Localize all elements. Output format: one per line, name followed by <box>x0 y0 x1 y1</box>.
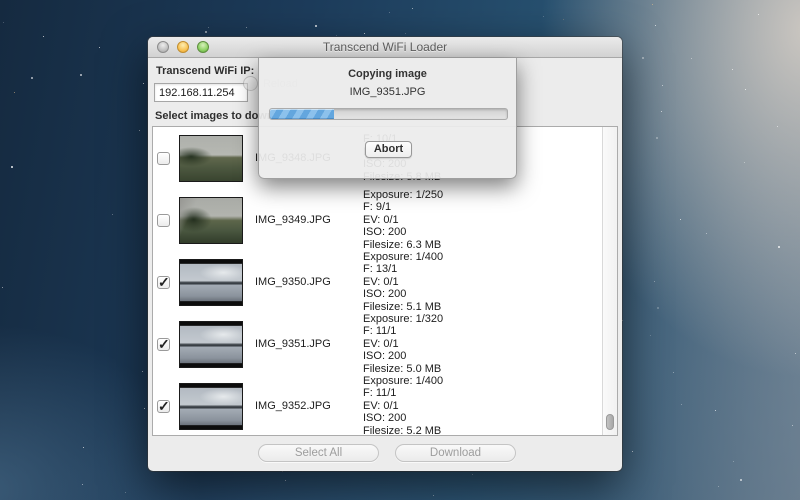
image-thumbnail <box>179 321 243 368</box>
copy-progress-sheet: Copying image IMG_9351.JPG Abort <box>258 58 517 179</box>
abort-button[interactable]: Abort <box>365 141 412 158</box>
image-checkbox[interactable] <box>157 400 170 413</box>
image-row: IMG_9349.JPG Exposure: 1/250F: 9/1EV: 0/… <box>153 189 617 251</box>
image-thumbnail <box>179 383 243 430</box>
image-checkbox[interactable] <box>157 276 170 289</box>
image-thumbnail <box>179 135 243 182</box>
sheet-filename: IMG_9351.JPG <box>259 86 516 98</box>
select-all-button[interactable]: Select All <box>258 444 379 462</box>
image-exif: Exposure: 1/400F: 11/1EV: 0/1ISO: 200Fil… <box>363 375 443 436</box>
image-filename: IMG_9352.JPG <box>255 400 341 412</box>
progress-bar-fill <box>270 109 334 119</box>
download-button[interactable]: Download <box>395 444 516 462</box>
scrollbar-thumb[interactable] <box>606 414 614 430</box>
image-row: IMG_9352.JPG Exposure: 1/400F: 11/1EV: 0… <box>153 375 617 436</box>
image-filename: IMG_9351.JPG <box>255 338 341 350</box>
progress-bar <box>269 108 508 120</box>
scrollbar[interactable] <box>602 127 617 435</box>
image-exif: Exposure: 1/400F: 13/1EV: 0/1ISO: 200Fil… <box>363 251 443 314</box>
image-row: IMG_9351.JPG Exposure: 1/320F: 11/1EV: 0… <box>153 313 617 375</box>
image-checkbox[interactable] <box>157 214 170 227</box>
title-bar[interactable]: Transcend WiFi Loader <box>148 37 622 58</box>
image-checkbox[interactable] <box>157 338 170 351</box>
image-checkbox[interactable] <box>157 152 170 165</box>
window-title: Transcend WiFi Loader <box>148 40 622 54</box>
sheet-title: Copying image <box>259 68 516 80</box>
image-thumbnail <box>179 197 243 244</box>
image-filename: IMG_9349.JPG <box>255 214 341 226</box>
image-thumbnail <box>179 259 243 306</box>
reload-icon <box>243 76 258 91</box>
ip-input[interactable] <box>154 83 248 102</box>
image-filename: IMG_9350.JPG <box>255 276 341 288</box>
image-exif: Exposure: 1/320F: 11/1EV: 0/1ISO: 200Fil… <box>363 313 443 376</box>
image-exif: Exposure: 1/250F: 9/1EV: 0/1ISO: 200File… <box>363 189 443 252</box>
ip-field-label: Transcend WiFi IP: <box>156 65 254 77</box>
image-row: IMG_9350.JPG Exposure: 1/400F: 13/1EV: 0… <box>153 251 617 313</box>
app-window: Transcend WiFi Loader Transcend WiFi IP:… <box>148 37 622 471</box>
